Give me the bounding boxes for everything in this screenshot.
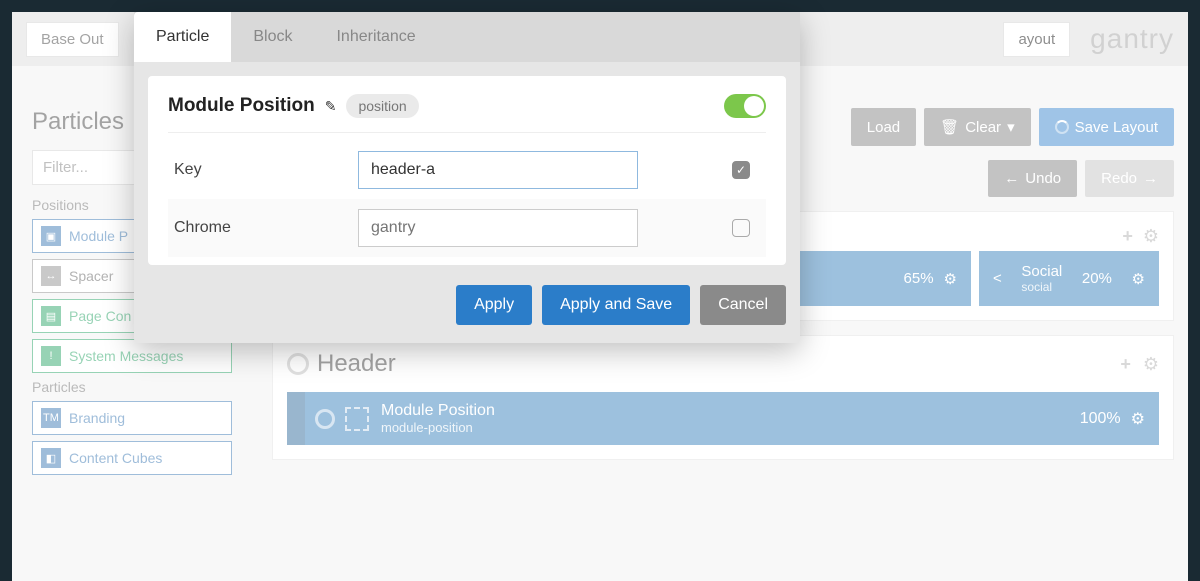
tab-inheritance[interactable]: Inheritance xyxy=(314,12,437,62)
clear-button[interactable]: Clear xyxy=(924,108,1030,146)
gear-icon[interactable] xyxy=(1143,354,1159,375)
section-title-header: Header xyxy=(287,350,396,378)
sidebar-item-branding[interactable]: TMBranding xyxy=(32,401,232,435)
apply-button[interactable]: Apply xyxy=(456,285,532,325)
alert-icon: ! xyxy=(41,346,61,366)
cancel-button[interactable]: Cancel xyxy=(700,285,786,325)
chrome-input[interactable] xyxy=(358,209,638,247)
cube-icon: ◧ xyxy=(41,448,61,468)
enable-toggle[interactable] xyxy=(724,94,766,118)
brand-logo: gantry xyxy=(1090,23,1174,55)
chrome-label: Chrome xyxy=(168,219,358,237)
key-label: Key xyxy=(168,161,358,179)
page-icon: ▤ xyxy=(41,306,61,326)
circle-icon xyxy=(287,353,309,375)
branding-icon: TM xyxy=(41,408,61,428)
particle-settings-modal: Particle Block Inheritance Module Positi… xyxy=(134,12,800,343)
add-icon[interactable] xyxy=(1120,354,1131,375)
gear-icon[interactable] xyxy=(1132,270,1145,288)
circle-icon xyxy=(315,409,335,429)
key-override-checkbox[interactable]: ✓ xyxy=(732,161,750,179)
outline-dropdown[interactable]: Base Out xyxy=(26,22,119,57)
tab-block[interactable]: Block xyxy=(231,12,314,62)
load-button[interactable]: Load xyxy=(851,108,916,146)
chrome-override-checkbox[interactable] xyxy=(732,219,750,237)
undo-button[interactable]: Undo xyxy=(988,160,1077,197)
module-icon xyxy=(345,407,369,431)
module-position-block[interactable]: Module Position module-position 100% xyxy=(287,392,1159,445)
apply-and-save-button[interactable]: Apply and Save xyxy=(542,285,690,325)
gear-icon[interactable] xyxy=(944,270,957,288)
pencil-icon[interactable]: ✎ xyxy=(325,98,337,115)
save-layout-button[interactable]: Save Layout xyxy=(1039,108,1174,146)
gear-icon[interactable] xyxy=(1143,226,1159,247)
key-input[interactable] xyxy=(358,151,638,189)
group-particles: Particles xyxy=(32,379,232,395)
modal-title: Module Position xyxy=(168,95,315,117)
tab-particle[interactable]: Particle xyxy=(134,12,231,62)
spacer-icon: ↔ xyxy=(41,266,61,286)
chevron-down-icon xyxy=(1007,118,1015,136)
sidebar-item-content-cubes[interactable]: ◧Content Cubes xyxy=(32,441,232,475)
redo-button[interactable]: Redo xyxy=(1085,160,1174,197)
drag-handle[interactable] xyxy=(287,392,305,445)
gear-icon[interactable] xyxy=(1131,409,1145,429)
module-icon: ▣ xyxy=(41,226,61,246)
sidebar-item-system-messages[interactable]: !System Messages xyxy=(32,339,232,373)
add-icon[interactable] xyxy=(1122,226,1133,247)
type-badge: position xyxy=(346,94,418,118)
spinner-icon xyxy=(1055,120,1069,134)
arrow-right-icon xyxy=(1143,170,1158,187)
block-social[interactable]: < Social social 20% xyxy=(979,251,1159,306)
trash-icon xyxy=(940,118,959,136)
share-icon: < xyxy=(993,270,1002,287)
layout-tab[interactable]: ayout xyxy=(1003,22,1070,57)
arrow-left-icon xyxy=(1004,170,1019,187)
